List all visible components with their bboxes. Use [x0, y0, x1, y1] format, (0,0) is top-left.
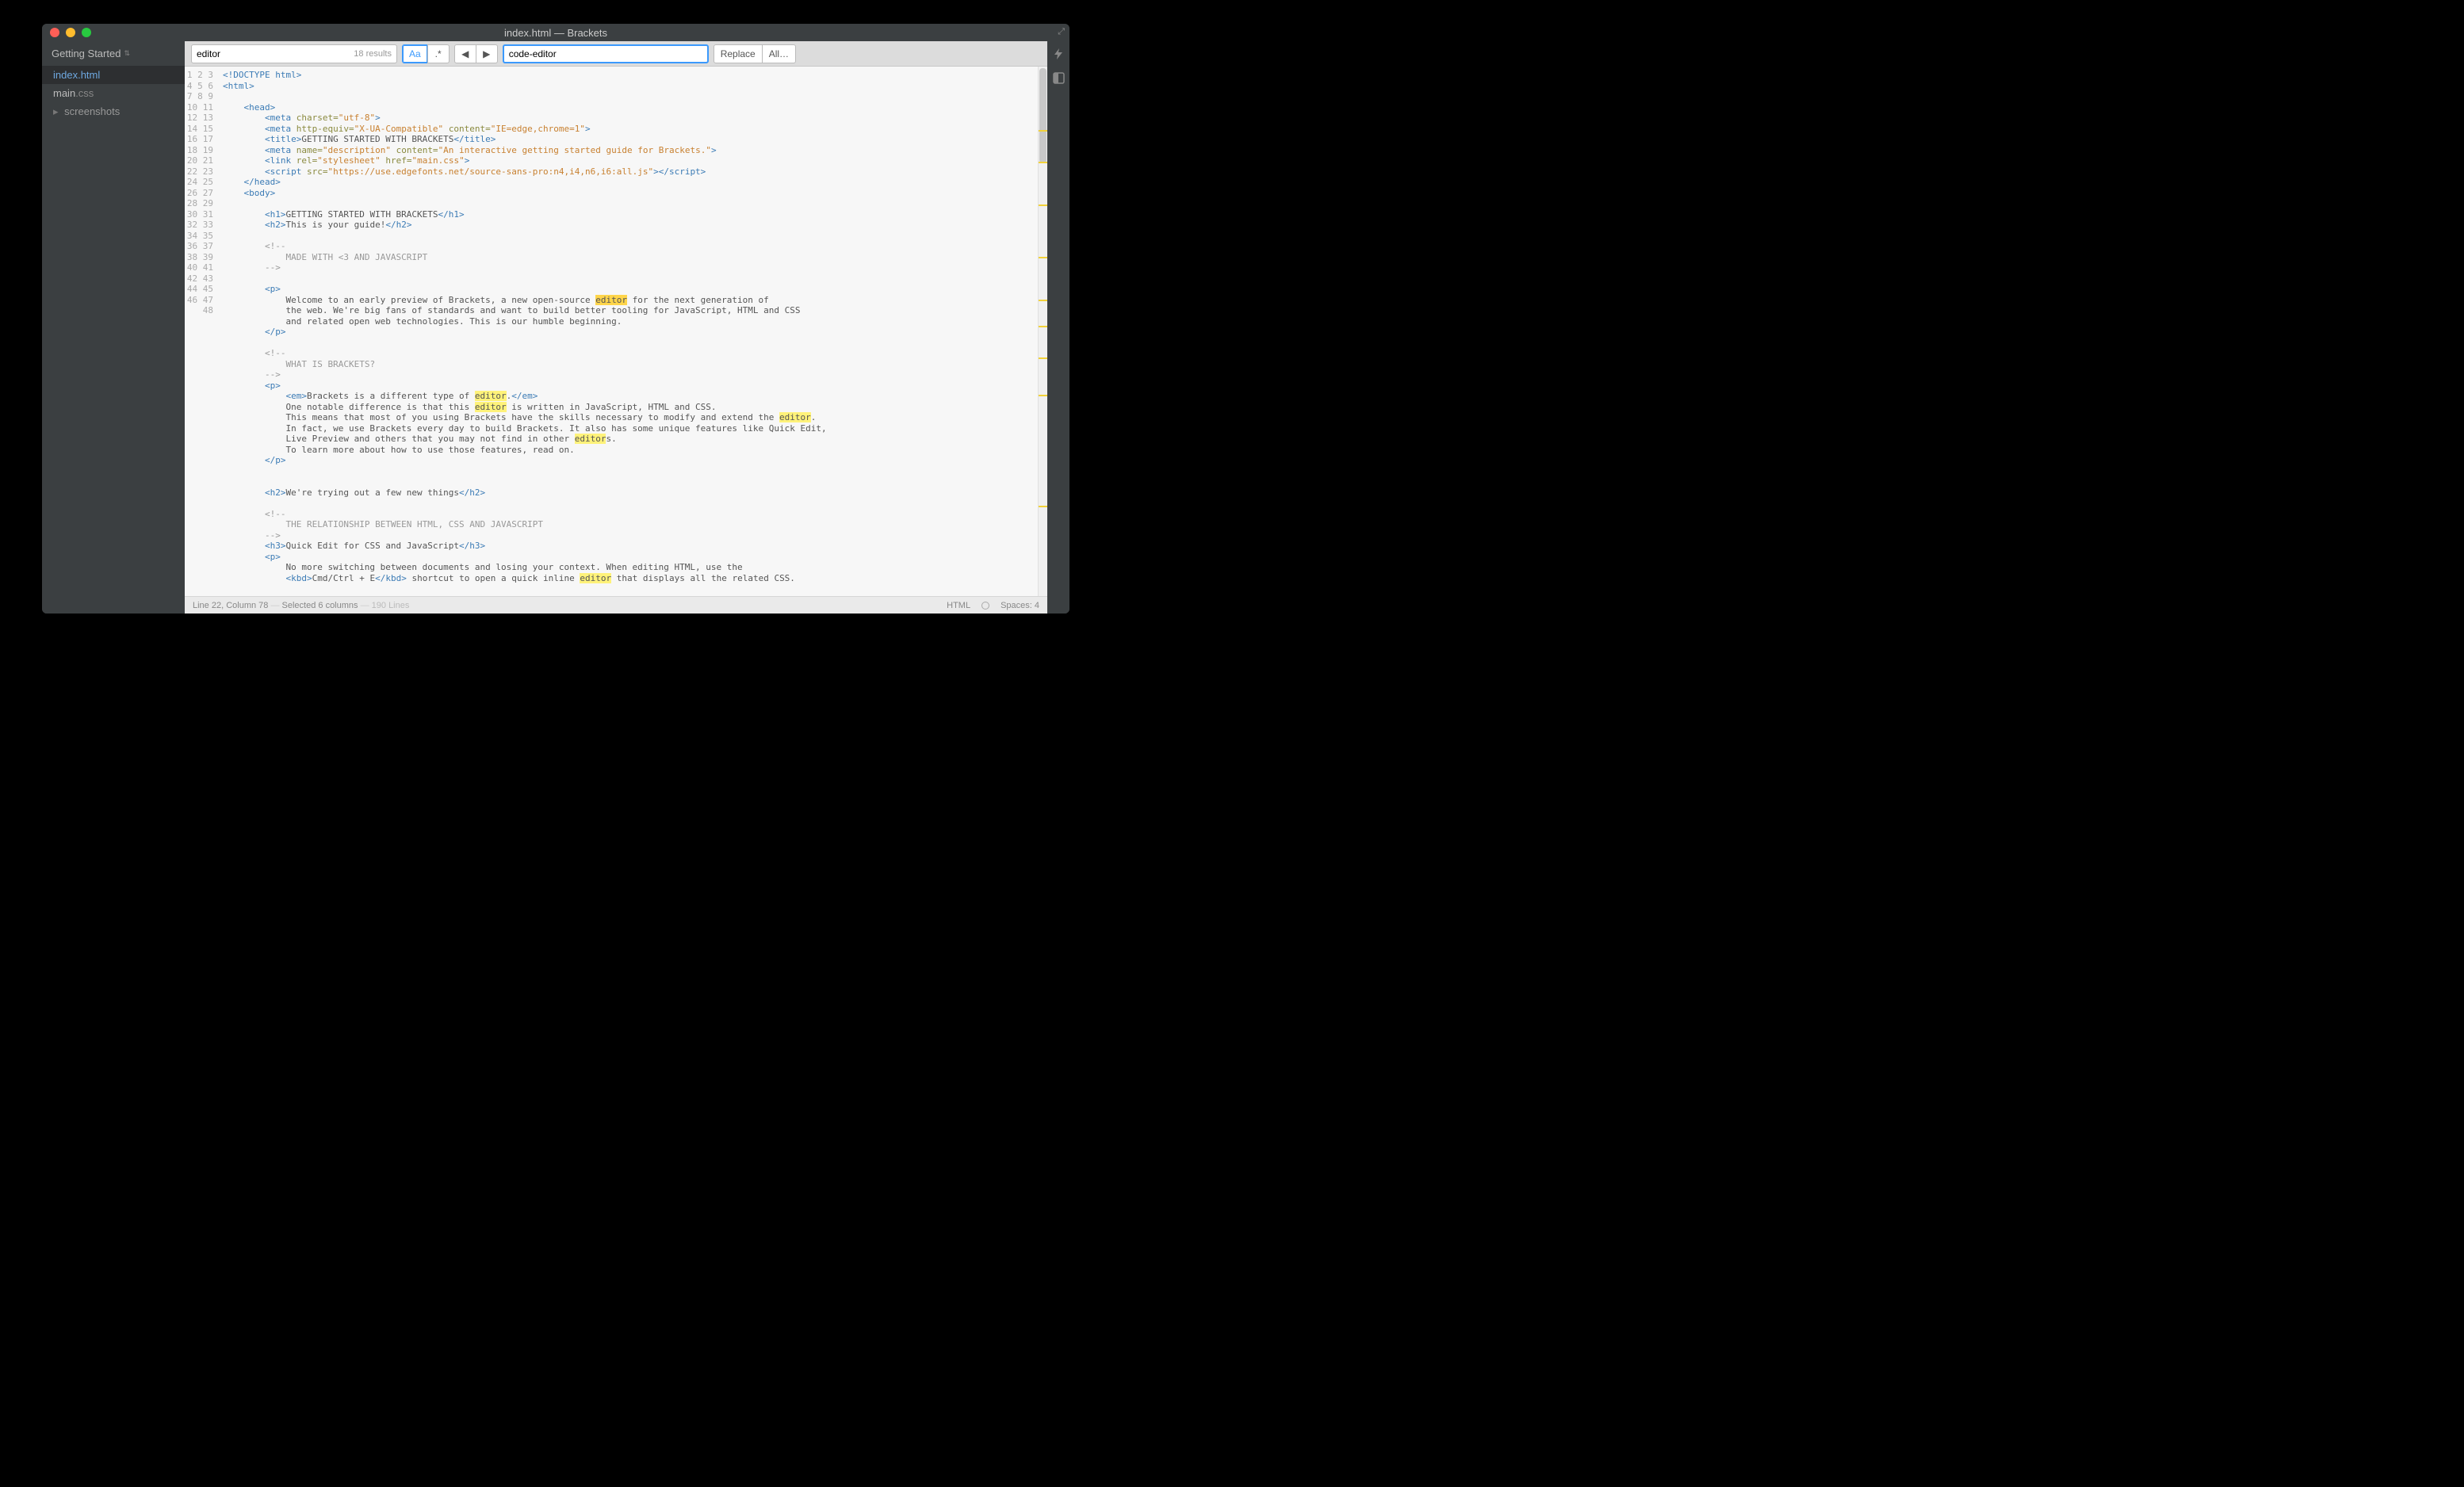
find-next-button[interactable]: ▶: [476, 44, 498, 63]
traffic-lights: [42, 28, 91, 37]
linting-status-icon[interactable]: [981, 602, 989, 610]
find-prev-button[interactable]: ◀: [454, 44, 476, 63]
sidebar-file[interactable]: main.css: [42, 84, 185, 102]
app-body: Getting Started ⇅ index.htmlmain.css ▸ s…: [42, 41, 1069, 614]
replace-button[interactable]: Replace: [714, 44, 763, 63]
selection-info: Selected 6 columns: [282, 601, 358, 610]
find-input-wrap: 18 results: [191, 44, 397, 63]
find-replace-bar: 18 results Aa .* ◀ ▶ Replace All…: [185, 41, 1047, 67]
sidebar-project-header[interactable]: Getting Started ⇅: [42, 41, 185, 66]
window-title: index.html — Brackets: [42, 27, 1069, 39]
title-bar: index.html — Brackets ⤢: [42, 24, 1069, 41]
line-gutter: 1 2 3 4 5 6 7 8 9 10 11 12 13 14 15 16 1…: [185, 67, 220, 596]
app-window: index.html — Brackets ⤢ Getting Started …: [42, 24, 1069, 614]
scrollbar-thumb[interactable]: [1039, 68, 1046, 163]
cursor-position[interactable]: Line 22, Column 78: [193, 601, 268, 610]
minimize-icon[interactable]: [66, 28, 75, 37]
code-area[interactable]: <!DOCTYPE html><html> <head> <meta chars…: [220, 67, 1038, 596]
scrollbar-match-mark[interactable]: [1039, 395, 1047, 396]
folder-label: screenshots: [64, 105, 120, 117]
main-area: 18 results Aa .* ◀ ▶ Replace All… 1 2: [185, 41, 1047, 614]
replace-all-button[interactable]: All…: [762, 44, 796, 63]
sidebar-file[interactable]: index.html: [42, 66, 185, 84]
sidebar-folder-screenshots[interactable]: ▸ screenshots: [42, 102, 185, 121]
scrollbar-match-mark[interactable]: [1039, 300, 1047, 301]
find-input[interactable]: [197, 48, 354, 59]
fullscreen-icon[interactable]: ⤢: [1058, 27, 1065, 37]
regex-button[interactable]: .*: [427, 44, 450, 63]
right-toolbar: [1047, 41, 1069, 614]
scrollbar-match-mark[interactable]: [1039, 506, 1047, 507]
language-mode[interactable]: HTML: [947, 601, 970, 610]
scrollbar-match-mark[interactable]: [1039, 162, 1047, 163]
find-results-count: 18 results: [354, 49, 392, 59]
scrollbar[interactable]: [1038, 67, 1047, 596]
dropdown-icon: ⇅: [124, 49, 130, 58]
replace-input[interactable]: [503, 44, 709, 63]
close-icon[interactable]: [50, 28, 59, 37]
sidebar: Getting Started ⇅ index.htmlmain.css ▸ s…: [42, 41, 185, 614]
zoom-icon[interactable]: [82, 28, 91, 37]
scrollbar-match-mark[interactable]: [1039, 257, 1047, 258]
indent-info[interactable]: Spaces: 4: [1001, 601, 1039, 610]
project-name: Getting Started: [52, 48, 121, 59]
match-case-button[interactable]: Aa: [402, 44, 428, 63]
status-bar: Line 22, Column 78 — Selected 6 columns …: [185, 596, 1047, 614]
scrollbar-match-mark[interactable]: [1039, 130, 1047, 132]
editor: 1 2 3 4 5 6 7 8 9 10 11 12 13 14 15 16 1…: [185, 67, 1047, 596]
scrollbar-match-mark[interactable]: [1039, 205, 1047, 206]
line-count: 190 Lines: [372, 601, 410, 610]
extensions-icon[interactable]: [1053, 72, 1065, 86]
scrollbar-match-mark[interactable]: [1039, 357, 1047, 359]
caret-right-icon: ▸: [53, 105, 59, 117]
scrollbar-match-mark[interactable]: [1039, 326, 1047, 327]
live-preview-icon[interactable]: [1052, 48, 1065, 63]
